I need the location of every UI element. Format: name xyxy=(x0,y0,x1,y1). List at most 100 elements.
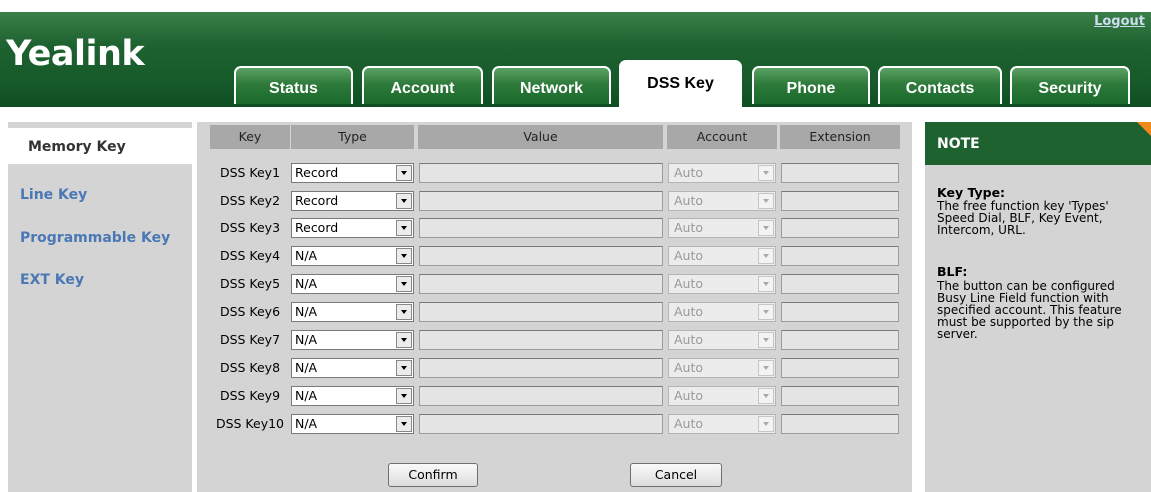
value-field[interactable] xyxy=(419,246,663,266)
value-field[interactable] xyxy=(419,386,663,406)
type-select[interactable]: N/A xyxy=(291,274,414,294)
extension-field[interactable] xyxy=(781,302,899,322)
yealink-logo: Yealink xyxy=(6,34,145,74)
extension-field[interactable] xyxy=(781,330,899,350)
row-key-label: DSS Key4 xyxy=(210,245,290,267)
value-field[interactable] xyxy=(419,163,663,183)
dropdown-arrow-icon[interactable] xyxy=(396,388,412,404)
dropdown-arrow-icon[interactable] xyxy=(396,248,412,264)
account-select: Auto xyxy=(668,330,776,350)
sidebar-item-label: Memory Key xyxy=(28,139,126,155)
value-field[interactable] xyxy=(419,330,663,350)
value-field[interactable] xyxy=(419,274,663,294)
value-field[interactable] xyxy=(419,302,663,322)
row-key-label: DSS Key1 xyxy=(210,162,290,184)
note-heading: NOTE xyxy=(937,136,980,152)
account-select: Auto xyxy=(668,163,776,183)
note-header: NOTE xyxy=(925,122,1151,165)
dropdown-arrow-icon xyxy=(758,304,774,320)
row-key-label: DSS Key8 xyxy=(210,357,290,379)
account-select: Auto xyxy=(668,191,776,211)
value-field[interactable] xyxy=(419,218,663,238)
column-header-key: Key xyxy=(210,125,290,149)
type-select-value: N/A xyxy=(295,388,318,403)
account-select: Auto xyxy=(668,246,776,266)
dropdown-arrow-icon[interactable] xyxy=(396,193,412,209)
dropdown-arrow-icon[interactable] xyxy=(396,332,412,348)
type-select[interactable]: Record xyxy=(291,163,414,183)
extension-field[interactable] xyxy=(781,163,899,183)
dropdown-arrow-icon xyxy=(758,332,774,348)
tab-account[interactable]: Account xyxy=(362,66,483,104)
extension-field[interactable] xyxy=(781,218,899,238)
type-select-value: N/A xyxy=(295,248,318,263)
account-select-value: Auto xyxy=(674,304,704,319)
type-select[interactable]: N/A xyxy=(291,302,414,322)
extension-field[interactable] xyxy=(781,274,899,294)
account-select: Auto xyxy=(668,302,776,322)
tab-dss-key[interactable]: DSS Key xyxy=(619,60,742,107)
value-field[interactable] xyxy=(419,414,663,434)
tab-contacts[interactable]: Contacts xyxy=(878,66,1002,104)
note-section-title: BLF: xyxy=(937,264,968,279)
account-select: Auto xyxy=(668,414,776,434)
tab-phone[interactable]: Phone xyxy=(752,66,870,104)
cancel-button[interactable]: Cancel xyxy=(630,463,722,487)
row-key-label: DSS Key7 xyxy=(210,329,290,351)
tab-security[interactable]: Security xyxy=(1010,66,1130,104)
row-key-label: DSS Key6 xyxy=(210,301,290,323)
account-select-value: Auto xyxy=(674,193,704,208)
dropdown-arrow-icon[interactable] xyxy=(396,304,412,320)
type-select[interactable]: N/A xyxy=(291,358,414,378)
type-select[interactable]: Record xyxy=(291,191,414,211)
type-select[interactable]: N/A xyxy=(291,330,414,350)
type-select-value: N/A xyxy=(295,332,318,347)
sidebar-item-programmable-key[interactable]: Programmable Key xyxy=(20,230,170,246)
extension-field[interactable] xyxy=(781,191,899,211)
tab-network[interactable]: Network xyxy=(492,66,611,104)
row-key-label: DSS Key5 xyxy=(210,273,290,295)
sidebar-item-ext-key[interactable]: EXT Key xyxy=(20,272,84,288)
type-select-value: Record xyxy=(295,220,339,235)
value-field[interactable] xyxy=(419,191,663,211)
dropdown-arrow-icon xyxy=(758,248,774,264)
account-select: Auto xyxy=(668,274,776,294)
account-select-value: Auto xyxy=(674,220,704,235)
dropdown-arrow-icon[interactable] xyxy=(396,276,412,292)
extension-field[interactable] xyxy=(781,414,899,434)
value-field[interactable] xyxy=(419,358,663,378)
type-select[interactable]: N/A xyxy=(291,386,414,406)
account-select-value: Auto xyxy=(674,248,704,263)
sidebar-item-line-key[interactable]: Line Key xyxy=(20,187,87,203)
type-select-value: N/A xyxy=(295,304,318,319)
type-select[interactable]: N/A xyxy=(291,414,414,434)
dropdown-arrow-icon[interactable] xyxy=(396,360,412,376)
type-select[interactable]: N/A xyxy=(291,246,414,266)
sidebar-item-memory-key[interactable]: Memory Key xyxy=(8,128,192,164)
dropdown-arrow-icon[interactable] xyxy=(396,220,412,236)
account-select: Auto xyxy=(668,218,776,238)
account-select-value: Auto xyxy=(674,388,704,403)
account-select-value: Auto xyxy=(674,165,704,180)
account-select: Auto xyxy=(668,386,776,406)
dropdown-arrow-icon xyxy=(758,360,774,376)
confirm-button[interactable]: Confirm xyxy=(388,463,478,487)
type-select-value: Record xyxy=(295,193,339,208)
dropdown-arrow-icon xyxy=(758,165,774,181)
note-line: Intercom, URL. xyxy=(937,223,1026,237)
extension-field[interactable] xyxy=(781,386,899,406)
note-section-title: Key Type: xyxy=(937,185,1006,200)
row-key-label: DSS Key3 xyxy=(210,217,290,239)
logout-link[interactable]: Logout xyxy=(1094,14,1145,29)
type-select[interactable]: Record xyxy=(291,218,414,238)
account-select-value: Auto xyxy=(674,332,704,347)
tab-status[interactable]: Status xyxy=(234,66,353,104)
extension-field[interactable] xyxy=(781,358,899,378)
dropdown-arrow-icon[interactable] xyxy=(396,416,412,432)
note-line: server. xyxy=(937,327,978,341)
dropdown-arrow-icon[interactable] xyxy=(396,165,412,181)
type-select-value: N/A xyxy=(295,360,318,375)
corner-fold-icon xyxy=(1137,122,1151,136)
account-select-value: Auto xyxy=(674,360,704,375)
extension-field[interactable] xyxy=(781,246,899,266)
